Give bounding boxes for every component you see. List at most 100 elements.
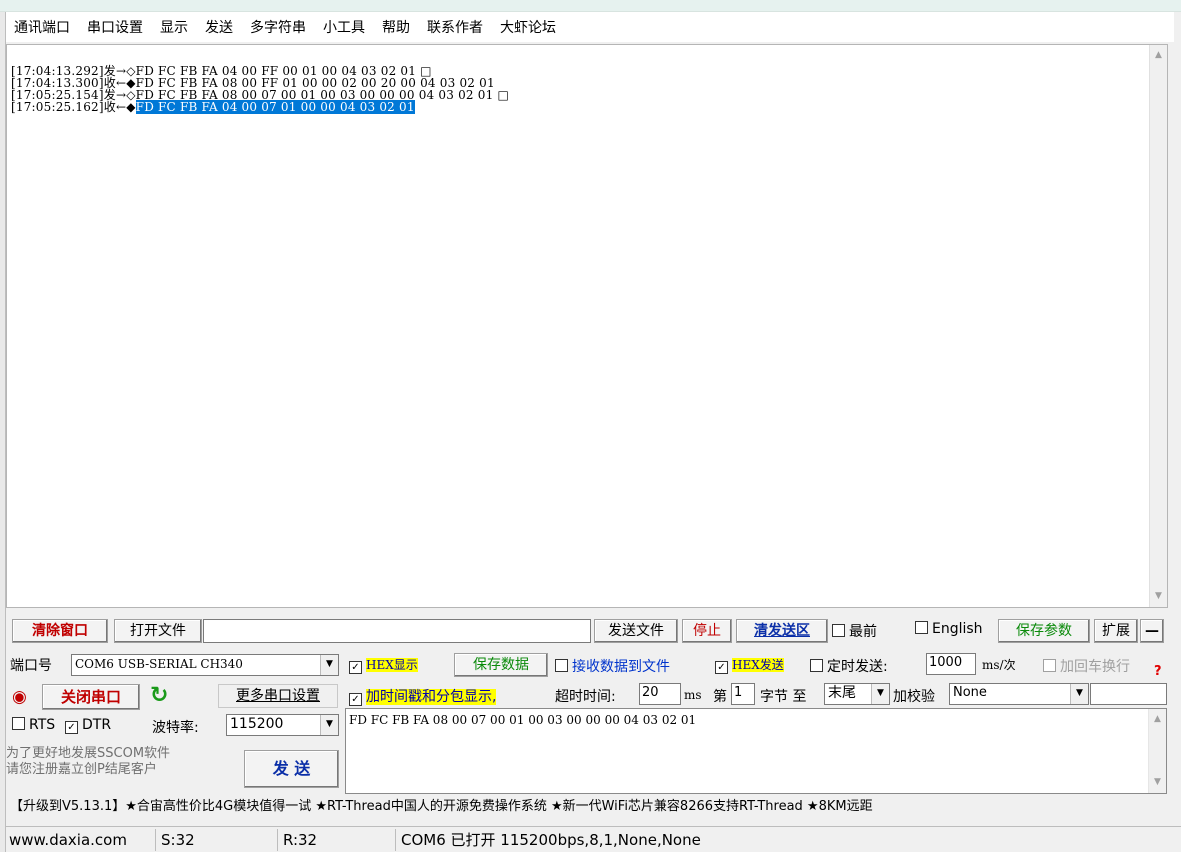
- log-line: [17:05:25.162]收←◆FD FC FB FA 04 00 07 01…: [11, 100, 509, 114]
- send-button[interactable]: 发 送: [244, 750, 339, 788]
- status-port-state: COM6 已打开 115200bps,8,1,None,None: [401, 831, 701, 849]
- rts-checkbox-box[interactable]: [12, 717, 25, 730]
- status-site[interactable]: www.daxia.com: [6, 829, 156, 851]
- interval-input[interactable]: 1000: [926, 653, 976, 675]
- interval-unit: ms/次: [982, 658, 1016, 672]
- baud-select[interactable]: 115200 ▼: [226, 714, 339, 736]
- scroll-up-icon[interactable]: ▲: [1150, 47, 1167, 64]
- more-port-settings-button[interactable]: 更多串口设置: [218, 684, 338, 708]
- save-data-button[interactable]: 保存数据: [454, 653, 548, 677]
- port-label: 端口号: [10, 658, 52, 674]
- checksum-select[interactable]: None ▼: [949, 683, 1089, 705]
- help-icon[interactable]: ?: [1154, 664, 1162, 679]
- dtr-label: DTR: [82, 717, 112, 733]
- scroll-down-icon[interactable]: ▼: [1149, 774, 1166, 791]
- top-strip: [0, 0, 1181, 12]
- english-label: English: [932, 621, 983, 637]
- clear-send-button[interactable]: 清发送区: [736, 619, 828, 643]
- english-checkbox[interactable]: English: [915, 621, 983, 637]
- timestamp-label: 加时间戳和分包显示,: [366, 689, 497, 705]
- add-crlf-checkbox-box[interactable]: [1043, 659, 1056, 672]
- timestamp-checkbox[interactable]: ✓ 加时间戳和分包显示,: [349, 686, 497, 706]
- file-path-input[interactable]: [203, 619, 591, 643]
- news-ticker[interactable]: 【升级到V5.13.1】★合宙高性价比4G模块值得一试 ★RT-Thread中国…: [6, 794, 1181, 820]
- send-textbox[interactable]: FD FC FB FA 08 00 07 00 01 00 03 00 00 0…: [345, 708, 1167, 794]
- topmost-checkbox-box[interactable]: [832, 624, 845, 637]
- menu-item[interactable]: 多字符串: [250, 17, 306, 37]
- scroll-down-icon[interactable]: ▼: [1150, 588, 1167, 605]
- open-file-button[interactable]: 打开文件: [114, 619, 202, 643]
- recv-to-file-checkbox-box[interactable]: [555, 659, 568, 672]
- chevron-down-icon[interactable]: ▼: [320, 655, 338, 675]
- byte-start-input[interactable]: 1: [731, 683, 755, 705]
- menu-item[interactable]: 大虾论坛: [500, 17, 556, 37]
- save-params-button[interactable]: 保存参数: [998, 619, 1090, 643]
- dtr-checkbox-box[interactable]: ✓: [65, 721, 78, 734]
- byte-unit: 字节 至: [760, 689, 807, 705]
- timeout-label: 超时时间:: [555, 689, 616, 705]
- send-scrollbar[interactable]: ▲ ▼: [1148, 709, 1166, 793]
- end-select[interactable]: 末尾 ▼: [824, 683, 890, 705]
- close-port-button[interactable]: 关闭串口: [42, 684, 140, 710]
- timed-send-checkbox-box[interactable]: [810, 659, 823, 672]
- checksum-extra-input[interactable]: [1090, 683, 1167, 705]
- log-line-prefix: [17:05:25.162]收←◆: [11, 100, 136, 114]
- port-select[interactable]: COM6 USB-SERIAL CH340 ▼: [71, 654, 339, 676]
- hex-send-checkbox[interactable]: ✓ HEX发送: [715, 656, 784, 674]
- send-text: FD FC FB FA 08 00 07 00 01 00 03 00 00 0…: [349, 713, 697, 727]
- port-value: COM6 USB-SERIAL CH340: [75, 657, 243, 671]
- expand-button[interactable]: 扩展: [1094, 619, 1138, 643]
- dtr-checkbox[interactable]: ✓ DTR: [65, 717, 111, 734]
- hex-send-checkbox-box[interactable]: ✓: [715, 661, 728, 674]
- status-sent-count: S:32: [158, 829, 278, 851]
- send-file-button[interactable]: 发送文件: [594, 619, 678, 643]
- hex-display-checkbox[interactable]: ✓ HEX显示: [349, 656, 418, 674]
- timeout-unit: ms: [684, 688, 702, 702]
- receive-log: [17:04:13.292]发→◇FD FC FB FA 04 00 FF 00…: [11, 65, 509, 114]
- promo-text[interactable]: 为了更好地发展SSCOM软件 请您注册嘉立创P结尾客户: [6, 746, 242, 790]
- menu-item[interactable]: 帮助: [382, 17, 410, 37]
- chevron-down-icon[interactable]: ▼: [320, 715, 338, 735]
- menu-item[interactable]: 通讯端口: [14, 17, 70, 37]
- menu-item[interactable]: 串口设置: [87, 17, 143, 37]
- add-crlf-checkbox[interactable]: 加回车换行: [1043, 656, 1130, 676]
- menu-item[interactable]: 联系作者: [427, 17, 483, 37]
- collapse-button[interactable]: —: [1140, 619, 1164, 643]
- menu-item[interactable]: 小工具: [323, 17, 365, 37]
- recv-to-file-checkbox[interactable]: 接收数据到文件: [555, 656, 670, 676]
- receive-area[interactable]: [17:04:13.292]发→◇FD FC FB FA 04 00 FF 00…: [6, 44, 1168, 608]
- baud-label: 波特率:: [152, 720, 199, 736]
- end-value: 末尾: [828, 685, 856, 701]
- menu-item[interactable]: 显示: [160, 17, 188, 37]
- stop-button[interactable]: 停止: [682, 619, 732, 643]
- add-crlf-label: 加回车换行: [1060, 659, 1130, 675]
- timeout-input[interactable]: 20: [639, 683, 681, 705]
- status-bar: www.daxia.com S:32 R:32 COM6 已打开 115200b…: [6, 826, 1181, 852]
- status-received-count: R:32: [280, 829, 396, 851]
- timestamp-checkbox-box[interactable]: ✓: [349, 693, 362, 706]
- recv-to-file-label: 接收数据到文件: [572, 659, 670, 675]
- receive-scrollbar[interactable]: ▲ ▼: [1149, 45, 1167, 607]
- menu-bar: 通讯端口 串口设置 显示 发送 多字符串 小工具 帮助 联系作者 大虾论坛: [6, 12, 1174, 42]
- hex-display-checkbox-box[interactable]: ✓: [349, 661, 362, 674]
- timed-send-checkbox[interactable]: 定时发送:: [810, 656, 888, 676]
- chevron-down-icon[interactable]: ▼: [1070, 684, 1088, 704]
- refresh-icon[interactable]: ↻: [150, 683, 168, 708]
- topmost-checkbox[interactable]: 最前: [832, 621, 877, 641]
- scroll-up-icon[interactable]: ▲: [1149, 711, 1166, 728]
- chevron-down-icon[interactable]: ▼: [871, 684, 889, 704]
- english-checkbox-box[interactable]: [915, 621, 928, 634]
- hex-send-label: HEX发送: [732, 658, 784, 672]
- menu-item[interactable]: 发送: [205, 17, 233, 37]
- checksum-label: 加校验: [893, 689, 935, 705]
- topmost-label: 最前: [849, 624, 877, 640]
- timed-send-label: 定时发送:: [827, 659, 888, 675]
- byte-label: 第: [713, 689, 727, 705]
- baud-value: 115200: [230, 716, 284, 732]
- log-line-data: FD FC FB FA 04 00 07 01 00 00 04 03 02 0…: [135, 100, 415, 114]
- hex-display-label: HEX显示: [366, 658, 418, 672]
- checksum-value: None: [953, 685, 987, 700]
- rts-checkbox[interactable]: RTS: [12, 717, 55, 733]
- clear-window-button[interactable]: 清除窗口: [12, 619, 108, 643]
- port-status-icon: ◉: [12, 687, 27, 707]
